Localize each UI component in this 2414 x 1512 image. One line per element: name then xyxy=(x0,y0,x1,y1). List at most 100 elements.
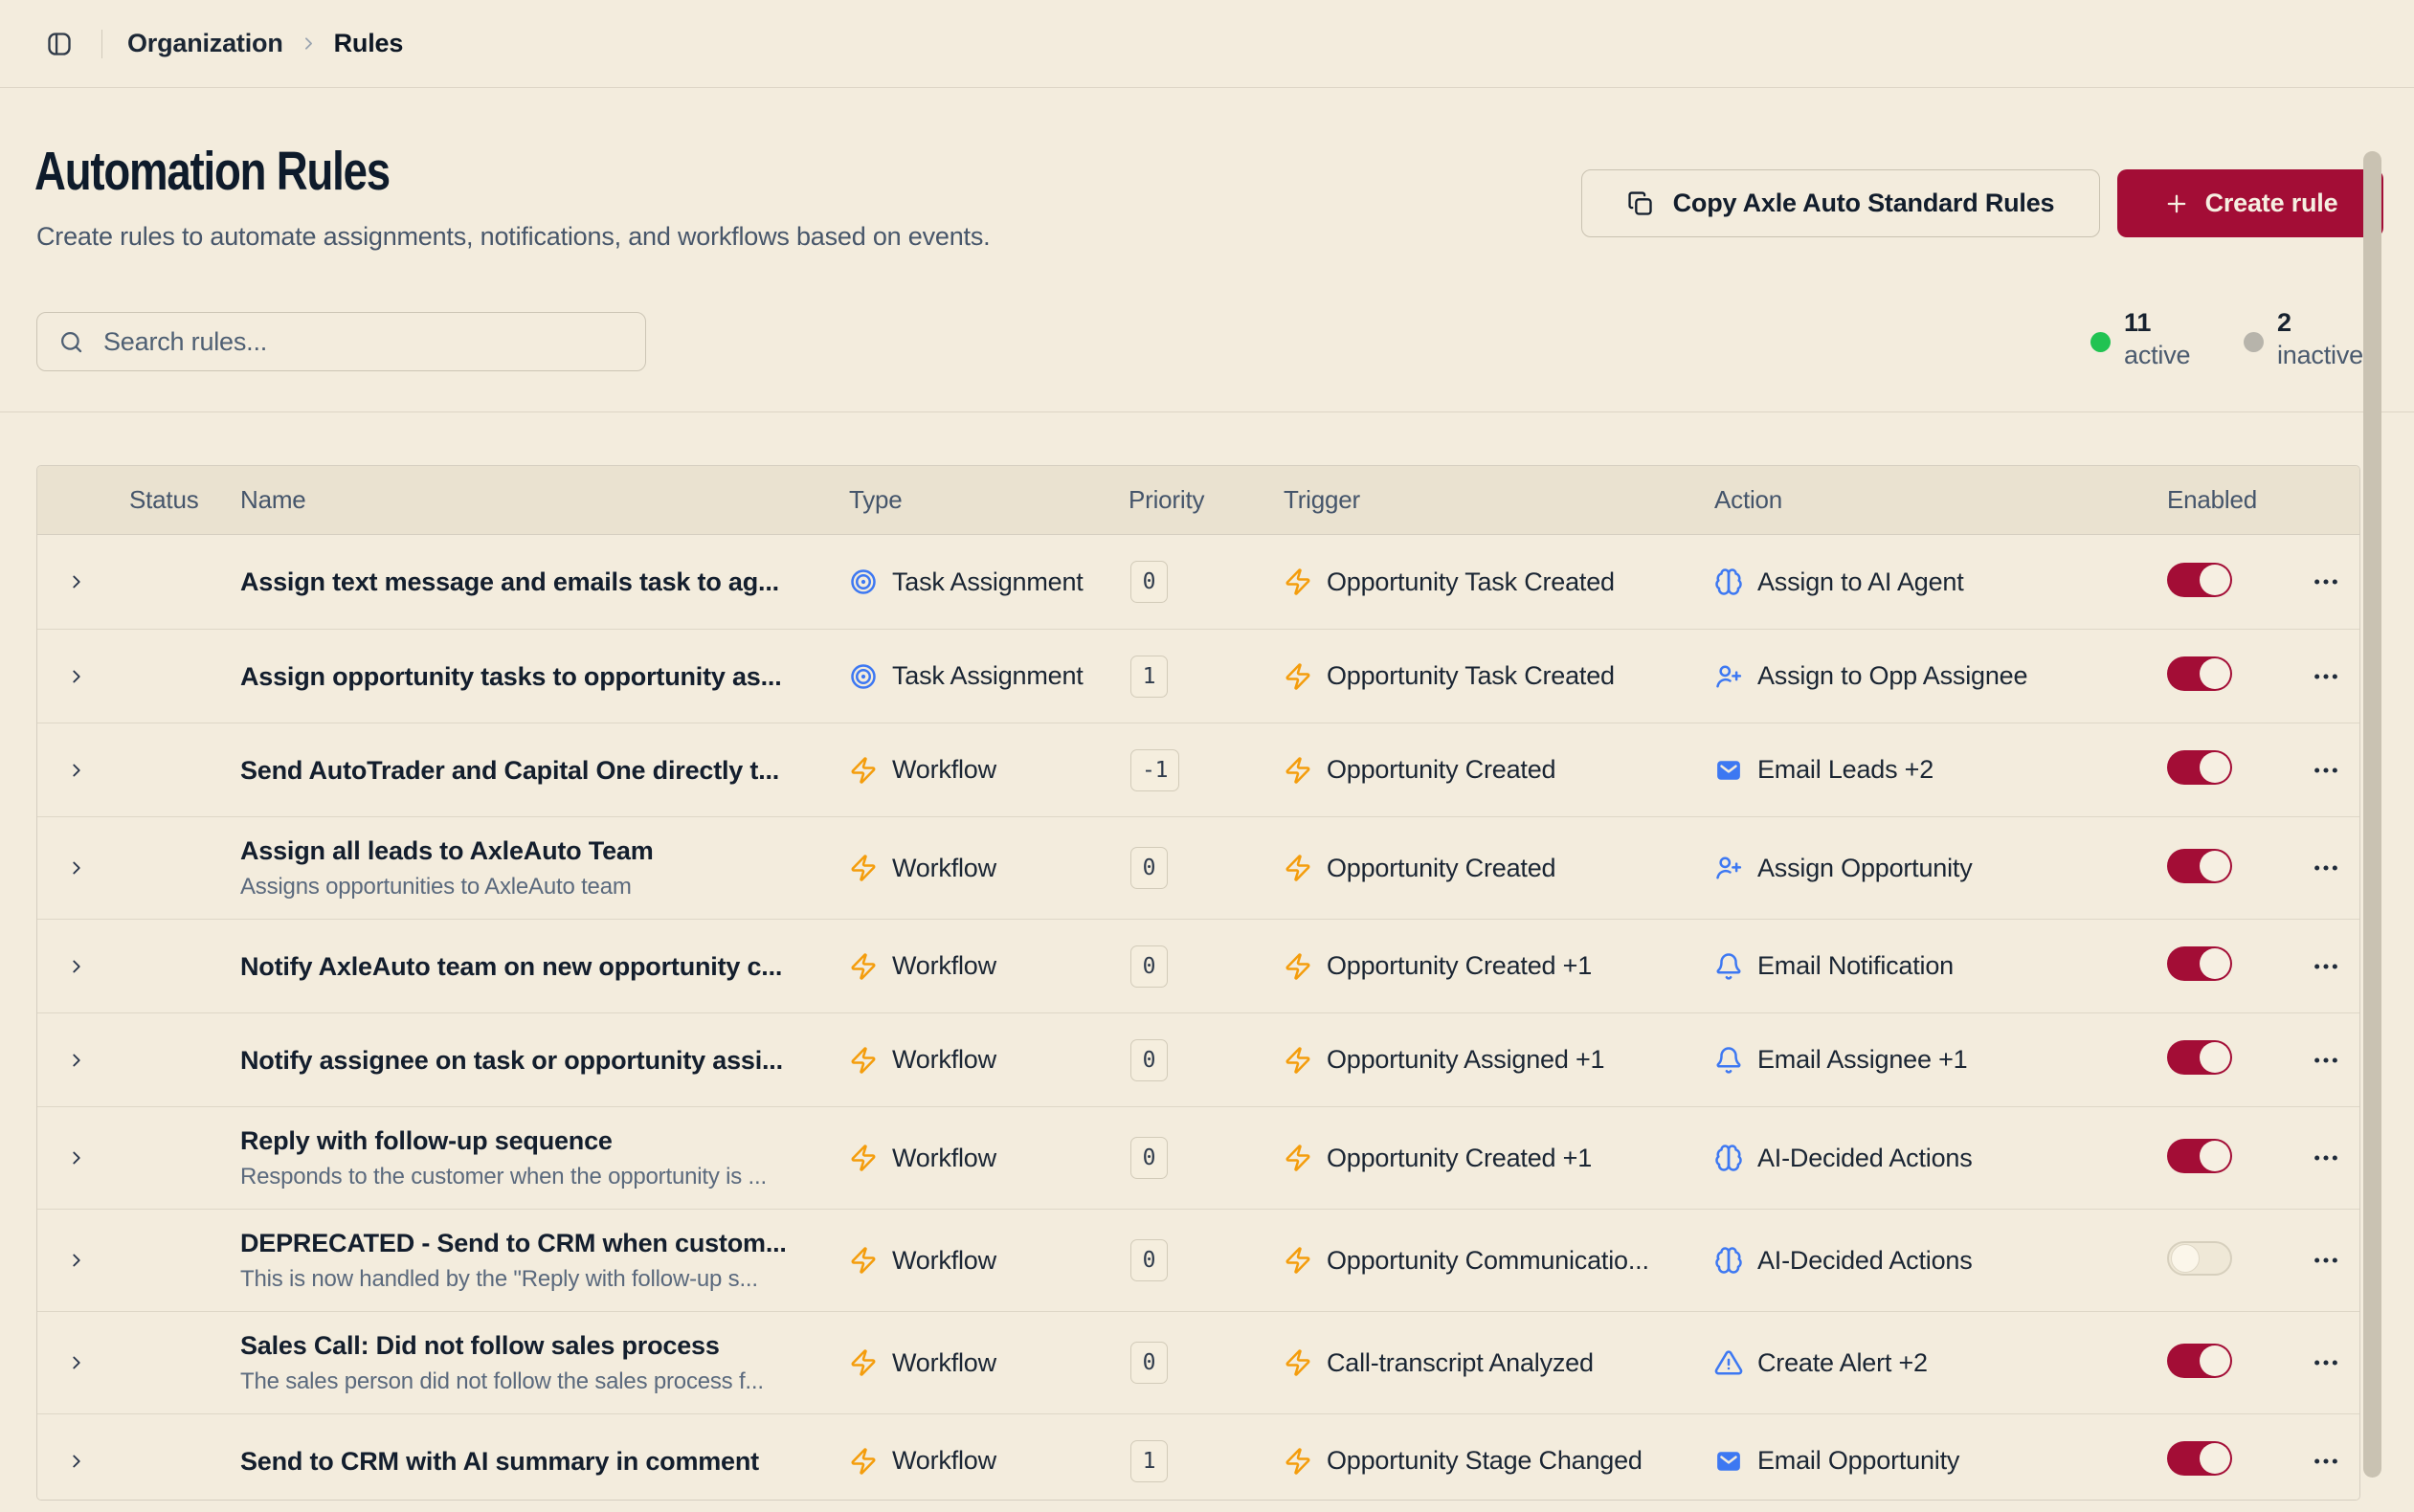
type-label: Workflow xyxy=(892,1246,996,1276)
rule-name: DEPRECATED - Send to CRM when custom... xyxy=(240,1227,826,1259)
zap-icon xyxy=(849,1144,878,1172)
type-label: Task Assignment xyxy=(892,661,1084,691)
table-row[interactable]: Assign opportunity tasks to opportunity … xyxy=(37,629,2359,723)
zap-icon xyxy=(1284,952,1312,981)
expand-chevron-icon[interactable] xyxy=(37,1250,129,1271)
expand-chevron-icon[interactable] xyxy=(37,956,129,977)
topbar-divider xyxy=(101,30,102,58)
col-trigger: Trigger xyxy=(1243,485,1674,515)
col-priority: Priority xyxy=(1129,485,1243,515)
zap-icon xyxy=(849,1046,878,1075)
page-subtitle: Create rules to automate assignments, no… xyxy=(36,222,990,252)
enabled-toggle[interactable] xyxy=(2167,1139,2232,1173)
user-plus-icon xyxy=(1714,662,1743,691)
zap-icon xyxy=(1284,662,1312,691)
table-row[interactable]: Notify AxleAuto team on new opportunity … xyxy=(37,919,2359,1012)
zap-icon xyxy=(1284,1447,1312,1476)
search-icon xyxy=(58,329,84,355)
priority-badge: 0 xyxy=(1130,945,1168,988)
rule-name: Send to CRM with AI summary in comment xyxy=(240,1445,826,1478)
row-menu-button[interactable] xyxy=(2311,1143,2341,1173)
table-row[interactable]: Assign text message and emails task to a… xyxy=(37,535,2359,629)
expand-chevron-icon[interactable] xyxy=(37,857,129,878)
row-menu-button[interactable] xyxy=(2311,1446,2341,1477)
enabled-toggle[interactable] xyxy=(2167,849,2232,883)
expand-chevron-icon[interactable] xyxy=(37,1050,129,1071)
alert-triangle-icon xyxy=(1714,1348,1743,1377)
enabled-toggle[interactable] xyxy=(2167,563,2232,597)
rule-name: Notify assignee on task or opportunity a… xyxy=(240,1044,826,1077)
bell-icon xyxy=(1714,952,1743,981)
row-menu-button[interactable] xyxy=(2311,755,2341,786)
action-label: Email Leads +2 xyxy=(1757,755,1933,785)
priority-badge: 0 xyxy=(1130,561,1168,603)
expand-chevron-icon[interactable] xyxy=(37,1451,129,1472)
table-row[interactable]: Reply with follow-up sequence Responds t… xyxy=(37,1106,2359,1209)
enabled-toggle[interactable] xyxy=(2167,1241,2232,1276)
priority-badge: 1 xyxy=(1130,1440,1168,1482)
expand-chevron-icon[interactable] xyxy=(37,571,129,592)
sidebar-toggle-icon[interactable] xyxy=(38,23,80,65)
expand-chevron-icon[interactable] xyxy=(37,1147,129,1168)
action-label: Create Alert +2 xyxy=(1757,1348,1928,1378)
brain-icon xyxy=(1714,1144,1743,1172)
active-dot xyxy=(2090,332,2111,352)
section-divider xyxy=(0,411,2414,412)
priority-badge: 0 xyxy=(1130,1342,1168,1384)
table-row[interactable]: Notify assignee on task or opportunity a… xyxy=(37,1012,2359,1106)
vertical-scrollbar-thumb[interactable] xyxy=(2363,151,2381,1478)
row-menu-button[interactable] xyxy=(2311,661,2341,692)
trigger-label: Opportunity Created +1 xyxy=(1327,1144,1592,1173)
breadcrumb-rules[interactable]: Rules xyxy=(334,29,404,58)
trigger-label: Opportunity Task Created xyxy=(1327,661,1615,691)
search-input[interactable] xyxy=(101,326,622,358)
trigger-label: Opportunity Created xyxy=(1327,755,1555,785)
table-row[interactable]: DEPRECATED - Send to CRM when custom... … xyxy=(37,1209,2359,1311)
enabled-toggle[interactable] xyxy=(2167,1441,2232,1476)
type-label: Workflow xyxy=(892,1144,996,1173)
rule-description: This is now handled by the "Reply with f… xyxy=(240,1265,826,1294)
user-plus-icon xyxy=(1714,854,1743,882)
row-menu-button[interactable] xyxy=(2311,1245,2341,1276)
action-label: AI-Decided Actions xyxy=(1757,1246,1973,1276)
enabled-toggle[interactable] xyxy=(2167,1040,2232,1075)
enabled-toggle[interactable] xyxy=(2167,946,2232,981)
copy-button-label: Copy Axle Auto Standard Rules xyxy=(1673,189,2055,218)
breadcrumb-organization[interactable]: Organization xyxy=(127,29,283,58)
table-row[interactable]: Assign all leads to AxleAuto Team Assign… xyxy=(37,816,2359,919)
zap-icon xyxy=(849,1447,878,1476)
copy-standard-rules-button[interactable]: Copy Axle Auto Standard Rules xyxy=(1581,169,2100,237)
action-label: AI-Decided Actions xyxy=(1757,1144,1973,1173)
target-icon xyxy=(849,567,878,596)
mail-icon xyxy=(1714,1447,1743,1476)
col-action: Action xyxy=(1674,485,2143,515)
row-menu-button[interactable] xyxy=(2311,1347,2341,1378)
action-label: Assign to Opp Assignee xyxy=(1757,661,2027,691)
row-menu-button[interactable] xyxy=(2311,1045,2341,1076)
trigger-label: Opportunity Task Created xyxy=(1327,567,1615,597)
priority-badge: -1 xyxy=(1130,749,1179,791)
table-row[interactable]: Sales Call: Did not follow sales process… xyxy=(37,1311,2359,1413)
expand-chevron-icon[interactable] xyxy=(37,760,129,781)
row-menu-button[interactable] xyxy=(2311,951,2341,982)
priority-badge: 0 xyxy=(1130,1137,1168,1179)
expand-chevron-icon[interactable] xyxy=(37,1352,129,1373)
priority-badge: 1 xyxy=(1130,656,1168,698)
mail-icon xyxy=(1714,756,1743,785)
priority-badge: 0 xyxy=(1130,1039,1168,1081)
enabled-toggle[interactable] xyxy=(2167,750,2232,785)
zap-icon xyxy=(1284,1046,1312,1075)
enabled-toggle[interactable] xyxy=(2167,656,2232,691)
create-rule-button[interactable]: Create rule xyxy=(2117,169,2383,237)
row-menu-button[interactable] xyxy=(2311,567,2341,597)
enabled-toggle[interactable] xyxy=(2167,1344,2232,1378)
expand-chevron-icon[interactable] xyxy=(37,666,129,687)
zap-icon xyxy=(1284,854,1312,882)
row-menu-button[interactable] xyxy=(2311,853,2341,883)
zap-icon xyxy=(849,756,878,785)
table-row[interactable]: Send AutoTrader and Capital One directly… xyxy=(37,723,2359,816)
action-label: Email Notification xyxy=(1757,951,1954,981)
table-row[interactable]: Send to CRM with AI summary in comment W… xyxy=(37,1413,2359,1501)
chevron-right-icon xyxy=(299,33,319,54)
target-icon xyxy=(849,662,878,691)
